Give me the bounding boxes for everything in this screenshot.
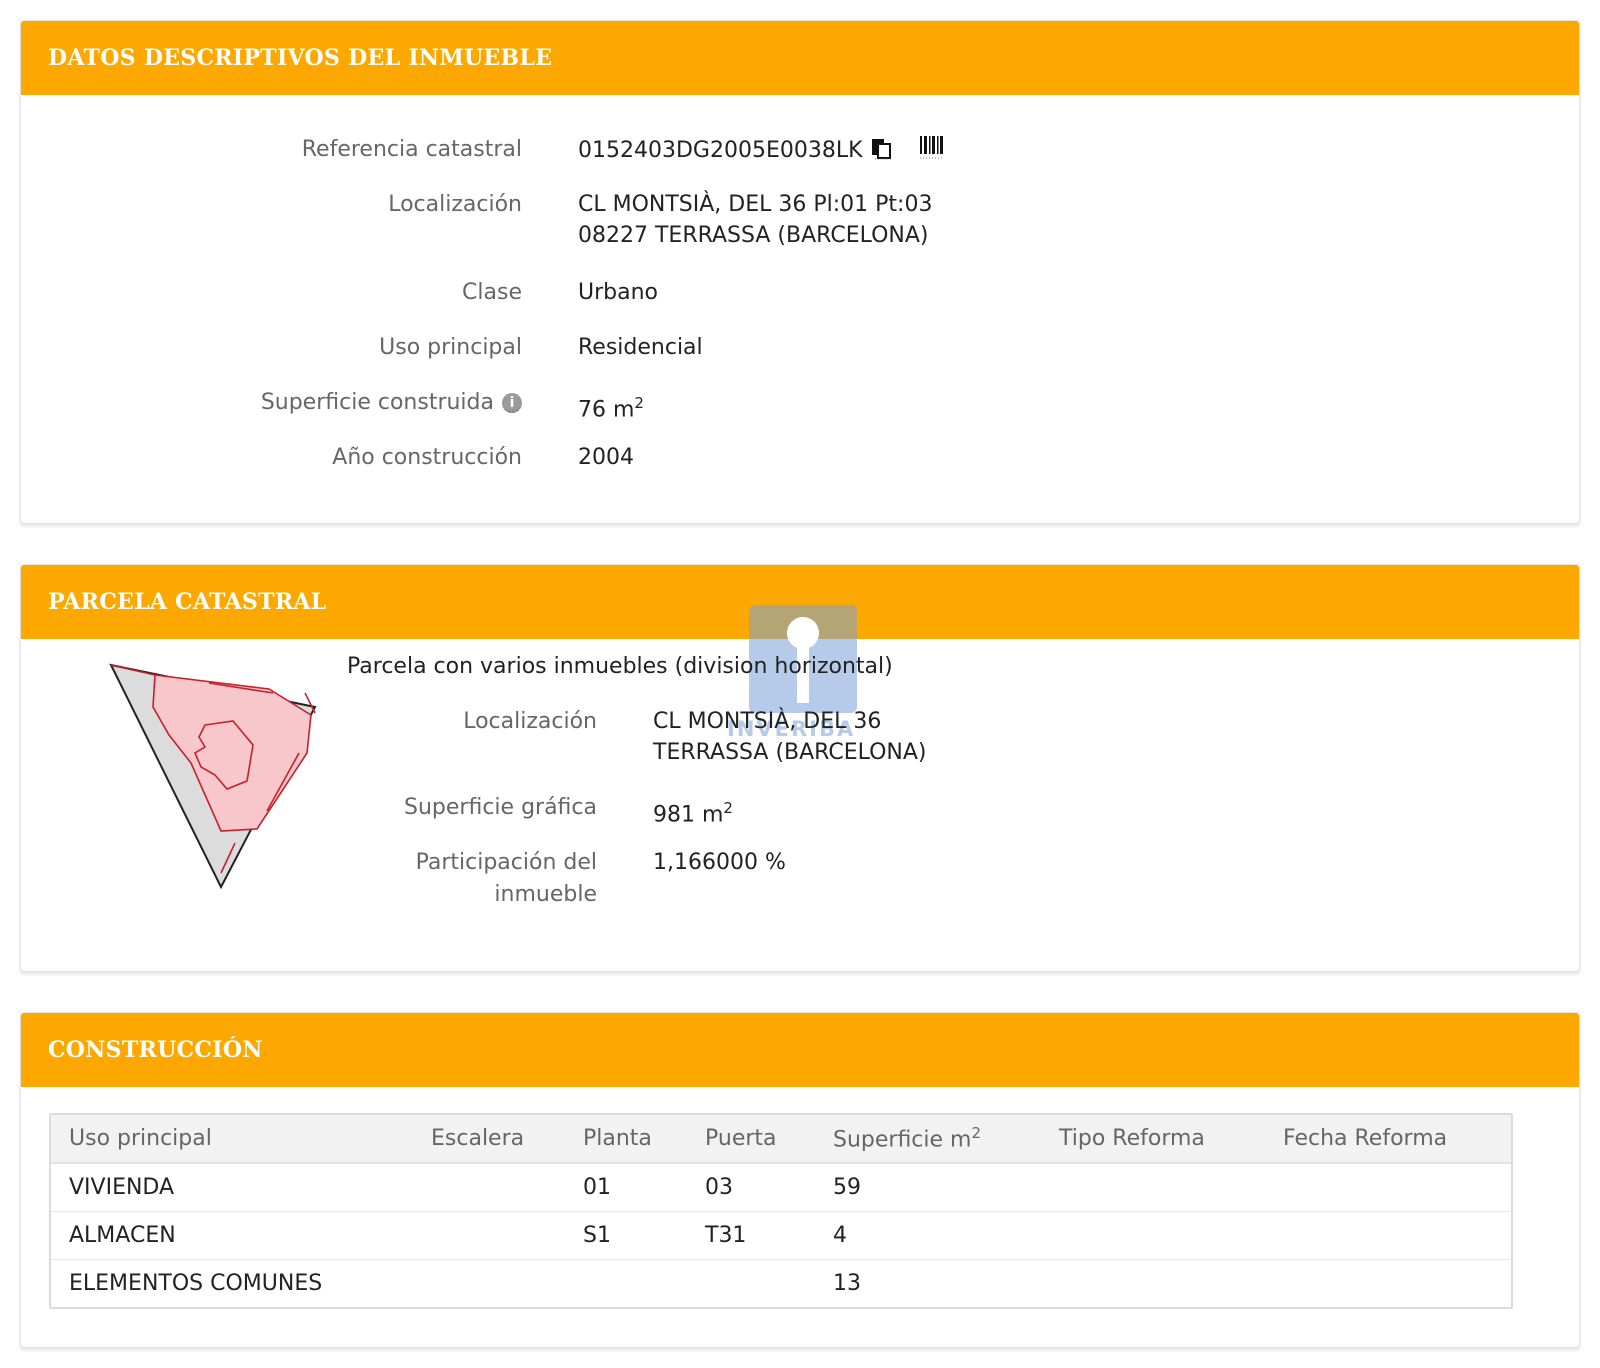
col-superficie-exp: 2	[971, 1124, 982, 1143]
clase-value: Urbano	[578, 280, 658, 305]
construccion-table: Uso principal Escalera Planta Puerta Sup…	[49, 1113, 1513, 1309]
table-row: ALMACEN S1 T31 4	[51, 1211, 1511, 1260]
construccion-panel: CONSTRUCCIÓN Uso principal Escalera Plan…	[20, 1012, 1580, 1348]
cell-uso: ELEMENTOS COMUNES	[69, 1270, 323, 1296]
parcela-catastral-panel: PARCELA CATASTRAL INVERIBA Parcela con v…	[20, 564, 1580, 972]
cell-escalera	[413, 1211, 565, 1260]
panel-header: CONSTRUCCIÓN	[21, 1013, 1579, 1087]
table-header-row: Uso principal Escalera Planta Puerta Sup…	[51, 1115, 1511, 1164]
parcela-superficie-label: Superficie gráfica	[404, 795, 597, 820]
col-fecha-reforma: Fecha Reforma	[1265, 1115, 1511, 1164]
superficie-label-wrap: Superficie construida i	[21, 387, 522, 419]
cell-tipo-reforma	[1041, 1163, 1265, 1212]
parcela-localizacion-line2: TERRASSA (BARCELONA)	[653, 740, 927, 765]
uso-label: Uso principal	[379, 335, 522, 360]
cell-fecha-reforma	[1265, 1259, 1511, 1307]
cell-superficie: 59	[815, 1163, 1041, 1212]
cell-puerta: T31	[687, 1211, 815, 1260]
col-superficie: Superficie m2	[815, 1115, 1041, 1164]
cell-escalera	[413, 1163, 565, 1212]
cell-tipo-reforma	[1041, 1259, 1265, 1307]
superficie-exp: 2	[634, 394, 644, 412]
parcela-subtitle: Parcela con varios inmuebles (division h…	[347, 654, 893, 679]
panel-title: DATOS DESCRIPTIVOS DEL INMUEBLE	[48, 45, 553, 71]
cell-fecha-reforma	[1265, 1211, 1511, 1260]
col-tipo-reforma: Tipo Reforma	[1041, 1115, 1265, 1164]
cell-superficie: 13	[833, 1270, 861, 1296]
panel-header: DATOS DESCRIPTIVOS DEL INMUEBLE	[21, 21, 1579, 95]
cell-escalera	[413, 1259, 565, 1307]
parcela-superficie-exp: 2	[723, 799, 733, 817]
superficie-label: Superficie construida	[260, 390, 494, 415]
parcela-localizacion-line1: CL MONTSIÀ, DEL 36	[653, 709, 882, 734]
participacion-value: 1,166000 %	[653, 850, 786, 875]
col-escalera: Escalera	[413, 1115, 565, 1164]
referencia-label: Referencia catastral	[301, 137, 522, 162]
panel-title: PARCELA CATASTRAL	[48, 589, 327, 615]
cell-superficie: 4	[815, 1211, 1041, 1260]
referencia-value: 0152403DG2005E0038LK	[578, 134, 945, 170]
panel-title: CONSTRUCCIÓN	[48, 1037, 263, 1063]
cell-planta: S1	[565, 1211, 687, 1260]
table-row: ELEMENTOS COMUNES 13	[51, 1259, 1511, 1307]
cell-puerta	[687, 1259, 815, 1307]
referencia-text[interactable]: 0152403DG2005E0038LK	[578, 138, 863, 163]
cell-tipo-reforma	[1041, 1211, 1265, 1260]
copy-icon[interactable]	[871, 136, 893, 170]
parcela-localizacion-label: Localización	[463, 709, 597, 734]
localizacion-label: Localización	[388, 192, 522, 217]
col-puerta: Puerta	[687, 1115, 815, 1164]
barcode-icon[interactable]	[919, 134, 945, 170]
cell-uso: ALMACEN	[51, 1211, 413, 1260]
table-row: VIVIENDA 01 03 59	[51, 1163, 1511, 1212]
superficie-value-wrap: 76 m2	[578, 387, 644, 426]
col-uso-principal: Uso principal	[51, 1115, 413, 1164]
col-superficie-label: Superficie m	[833, 1127, 972, 1153]
parcela-superficie-value: 981 m	[653, 802, 724, 828]
clase-label: Clase	[462, 280, 522, 305]
cell-puerta: 03	[687, 1163, 815, 1212]
localizacion-line2: 08227 TERRASSA (BARCELONA)	[578, 223, 929, 248]
info-icon[interactable]: i	[502, 393, 522, 413]
col-planta: Planta	[565, 1115, 687, 1164]
cell-planta	[565, 1259, 687, 1307]
anio-value: 2004	[578, 445, 634, 470]
datos-descriptivos-panel: DATOS DESCRIPTIVOS DEL INMUEBLE Referenc…	[20, 20, 1580, 524]
superficie-value: 76 m	[578, 397, 635, 423]
uso-value: Residencial	[578, 335, 703, 360]
parcela-superficie-value-wrap: 981 m2	[653, 792, 733, 831]
participacion-label-line2: inmueble	[494, 882, 597, 907]
localizacion-line1: CL MONTSIÀ, DEL 36 Pl:01 Pt:03	[578, 192, 933, 217]
anio-label: Año construcción	[332, 445, 522, 470]
cell-planta: 01	[565, 1163, 687, 1212]
participacion-label-line1: Participación del	[415, 850, 597, 875]
cell-uso: VIVIENDA	[51, 1163, 413, 1212]
cell-fecha-reforma	[1265, 1163, 1511, 1212]
